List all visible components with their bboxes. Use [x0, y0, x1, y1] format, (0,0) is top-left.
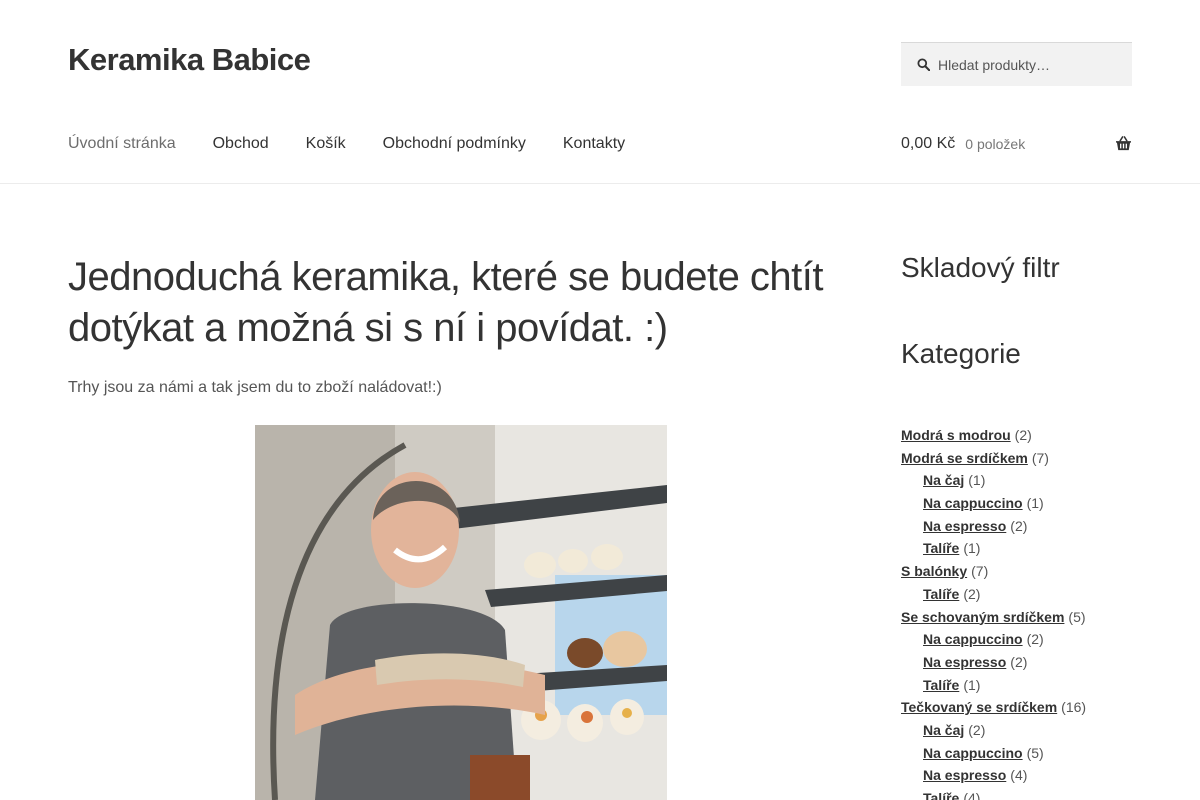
subcategory-item: Talíře (4)	[901, 787, 1086, 800]
category-count: (5)	[1068, 608, 1086, 625]
category-count: (1)	[963, 676, 981, 693]
subcategory-link[interactable]: Talíře	[923, 586, 959, 602]
category-item: Modrá se srdíčkem (7)	[901, 447, 1086, 470]
category-count: (2)	[968, 721, 986, 738]
category-count: (4)	[963, 790, 981, 800]
category-count: (1)	[963, 540, 981, 557]
search-input[interactable]	[938, 56, 1128, 73]
category-count: (16)	[1061, 699, 1087, 716]
subcategory-item: Na čaj (2)	[901, 719, 1086, 742]
categories-title: Kategorie	[901, 338, 1021, 369]
search-icon[interactable]	[917, 58, 930, 71]
subcategory-link[interactable]: Na espresso	[923, 518, 1006, 534]
stock-filter-title: Skladový filtr	[901, 252, 1060, 283]
category-count: (1)	[1026, 495, 1044, 512]
category-count: (1)	[968, 472, 986, 489]
page-headline: Jednoduchá keramika, které se budete cht…	[68, 255, 824, 350]
category-link[interactable]: Se schovaným srdíčkem	[901, 609, 1064, 625]
category-count: (4)	[1010, 767, 1028, 784]
category-count: (2)	[1010, 517, 1028, 534]
potter-photo	[255, 425, 667, 800]
subcategory-link[interactable]: Na čaj	[923, 722, 964, 738]
primary-navigation: Úvodní stránka Obchod Košík Obchodní pod…	[68, 134, 662, 154]
category-list: Modrá s modrou (2) Modrá se srdíčkem (7) N…	[901, 424, 1086, 800]
subcategory-item: Talíře (1)	[901, 674, 1086, 697]
subcategory-link[interactable]: Na cappuccino	[923, 631, 1023, 647]
nav-item-home[interactable]: Úvodní stránka	[68, 134, 176, 154]
subcategory-item: Na čaj (1)	[901, 469, 1086, 492]
category-count: (5)	[1026, 744, 1044, 761]
shopping-basket-icon[interactable]	[1115, 136, 1132, 151]
nav-item-terms[interactable]: Obchodní podmínky	[383, 134, 526, 154]
subcategory-link[interactable]: Na čaj	[923, 472, 964, 488]
category-item: S balónky (7)	[901, 560, 1086, 583]
category-count: (2)	[1026, 631, 1044, 648]
category-link[interactable]: S balónky	[901, 563, 967, 579]
nav-item-cart[interactable]: Košík	[306, 134, 346, 154]
subcategory-item: Na espresso (2)	[901, 651, 1086, 674]
subcategory-item: Na cappuccino (2)	[901, 628, 1086, 651]
category-item: Tečkovaný se srdíčkem (16)	[901, 696, 1086, 719]
category-item: Modrá s modrou (2)	[901, 424, 1086, 447]
subcategory-item: Na espresso (4)	[901, 764, 1086, 787]
category-link[interactable]: Modrá s modrou	[901, 427, 1011, 443]
cart-count[interactable]: 0 položek	[965, 136, 1025, 152]
subcategory-item: Talíře (1)	[901, 537, 1086, 560]
subcategory-link[interactable]: Na cappuccino	[923, 745, 1023, 761]
category-link[interactable]: Modrá se srdíčkem	[901, 450, 1028, 466]
site-title[interactable]: Keramika Babice	[68, 42, 311, 78]
header-divider	[0, 183, 1200, 184]
category-count: (2)	[963, 585, 981, 602]
subcategory-item: Na espresso (2)	[901, 515, 1086, 538]
subcategory-item: Talíře (2)	[901, 583, 1086, 606]
subcategory-link[interactable]: Na espresso	[923, 767, 1006, 783]
subcategory-link[interactable]: Talíře	[923, 790, 959, 800]
subcategory-item: Na cappuccino (5)	[901, 742, 1086, 765]
nav-item-contacts[interactable]: Kontakty	[563, 134, 625, 154]
subcategory-link[interactable]: Na cappuccino	[923, 495, 1023, 511]
subcategory-link[interactable]: Na espresso	[923, 654, 1006, 670]
cart-amount[interactable]: 0,00 Kč	[901, 135, 955, 153]
subcategory-link[interactable]: Talíře	[923, 677, 959, 693]
category-count: (7)	[971, 563, 989, 580]
header-cart[interactable]: 0,00 Kč 0 položek	[901, 134, 1132, 154]
category-link[interactable]: Tečkovaný se srdíčkem	[901, 699, 1057, 715]
category-count: (7)	[1031, 449, 1049, 466]
product-search[interactable]	[901, 42, 1132, 86]
nav-item-shop[interactable]: Obchod	[213, 134, 269, 154]
category-count: (2)	[1014, 427, 1032, 443]
category-item: Se schovaným srdíčkem (5)	[901, 606, 1086, 629]
intro-text: Trhy jsou za námi a tak jsem du to zboží…	[68, 379, 442, 396]
category-count: (2)	[1010, 653, 1028, 670]
subcategory-item: Na cappuccino (1)	[901, 492, 1086, 515]
subcategory-link[interactable]: Talíře	[923, 540, 959, 556]
